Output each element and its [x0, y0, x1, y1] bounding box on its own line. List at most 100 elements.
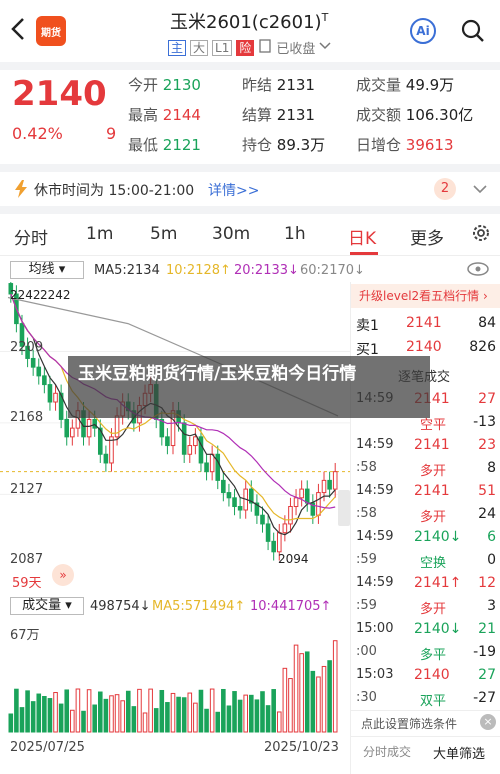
buy-volume: 826: [469, 339, 496, 355]
tick-volume: 0: [487, 552, 496, 568]
tick-volume: 51: [478, 483, 496, 499]
volume-bar: [316, 676, 321, 733]
tick-price: 双平: [420, 694, 447, 709]
tick-price: 2141: [414, 483, 450, 499]
candle: [187, 445, 193, 455]
tick-price: 2140↓: [414, 621, 462, 637]
status-label: 已收盘: [276, 42, 316, 57]
tick-volume: -13: [473, 414, 496, 430]
quote-field-value: 2121: [162, 136, 201, 154]
tick-price: 多开: [420, 510, 447, 525]
tick-price: 2141: [414, 437, 450, 453]
tag-big: 大: [190, 39, 209, 56]
volume-bar: [97, 691, 103, 733]
quote-field: 今开 2130: [128, 74, 201, 95]
quote-field-label: 最低: [128, 136, 163, 154]
quote-field-label: 成交量: [356, 76, 406, 94]
ma-legend: 均线 ▾ MA5:2134 10:2128↑ 20:2133↓ 60:2170↓: [0, 258, 500, 282]
contract-tags: 主 大 L1 险 已收盘: [168, 38, 331, 57]
tab-30m[interactable]: 30m: [212, 224, 250, 244]
tab-big-orders[interactable]: 大单筛选: [433, 743, 485, 762]
market-notice[interactable]: 休市时间为 15:00-21:00 详情>> 2: [0, 172, 500, 206]
favorite-icon[interactable]: [258, 38, 272, 57]
quote-field: 成交额 106.30亿: [356, 104, 473, 125]
filter-button[interactable]: 点此设置筛选条件: [351, 710, 500, 736]
volume-bar: [282, 667, 288, 733]
quote-field-label: 成交额: [356, 106, 406, 124]
candle: [221, 479, 226, 494]
tab-5m[interactable]: 5m: [150, 224, 177, 244]
volume-bar: [114, 694, 120, 733]
volume-bar: [47, 698, 53, 733]
back-button[interactable]: [8, 16, 28, 47]
tick-time: 14:59: [356, 529, 394, 544]
tick-price: 2140: [414, 667, 450, 683]
volume-bar: [276, 711, 282, 733]
volume-bar: [187, 692, 193, 733]
tab-daily-k[interactable]: 日K: [348, 224, 376, 249]
tick-volume: -27: [473, 690, 496, 706]
candle: [237, 506, 243, 511]
kline-chart[interactable]: [0, 282, 350, 590]
candle: [271, 540, 276, 553]
chevron-down-icon[interactable]: [319, 40, 331, 55]
volume-bar: [81, 710, 86, 733]
divider: [0, 206, 500, 214]
volume-bar: [321, 665, 327, 733]
eye-icon[interactable]: [466, 260, 490, 282]
tick-volume: -19: [473, 644, 496, 660]
upgrade-text: 升级level2看五档行情: [359, 289, 480, 303]
volume-bar: [153, 708, 159, 733]
candle: [288, 506, 293, 525]
volume-chart[interactable]: [0, 620, 350, 738]
notice-link[interactable]: 详情>>: [208, 180, 259, 200]
quote-field: 成交量 49.9万: [356, 74, 454, 95]
volume-bar: [221, 688, 226, 733]
volume-bar: [176, 696, 181, 733]
volume-bar: [237, 699, 243, 733]
chevron-left-icon[interactable]: [8, 16, 28, 42]
volume-bar: [193, 702, 198, 733]
trade-tick-row: :59 空换 0: [350, 549, 500, 572]
gear-icon[interactable]: [470, 222, 492, 248]
tab-1m[interactable]: 1m: [86, 224, 113, 244]
sell-volume: 84: [478, 315, 496, 331]
tab-timeshare[interactable]: 分时: [14, 224, 48, 249]
ai-button[interactable]: Ai: [410, 18, 436, 44]
last-price: 2140: [12, 74, 107, 114]
volume-bar: [159, 689, 165, 733]
chevron-down-icon[interactable]: [472, 179, 488, 203]
contract-title[interactable]: 玉米2601(c2601)T: [170, 8, 328, 34]
scroll-handle[interactable]: [338, 490, 350, 526]
volume-selector-label: 成交量: [22, 598, 62, 613]
volume-selector[interactable]: 成交量 ▾: [10, 597, 84, 615]
period-tabs: 分时 1m 5m 30m 1h 日K 更多: [0, 214, 500, 256]
tab-more[interactable]: 更多: [410, 224, 444, 249]
quote-field-value: 49.9万: [405, 76, 455, 94]
candle: [282, 523, 288, 534]
volume-bar: [103, 698, 109, 733]
volume-bar: [53, 692, 58, 733]
lightning-icon: [14, 180, 28, 202]
trade-tick-row: :58 多开 8: [350, 457, 500, 480]
tab-time-trades[interactable]: 分时成交: [363, 743, 411, 760]
tab-1h[interactable]: 1h: [284, 224, 306, 244]
notice-badge[interactable]: 2: [434, 178, 456, 200]
tag-l1: L1: [212, 39, 233, 56]
volume-bar: [170, 692, 176, 733]
y-tick-label: 2087: [10, 552, 44, 567]
volume-bar: [271, 689, 276, 733]
trade-tick-row: :30 双平 -27: [350, 687, 500, 710]
double-chevron-right-icon[interactable]: »: [52, 564, 74, 586]
candle: [42, 375, 47, 386]
search-icon[interactable]: [460, 18, 486, 44]
ma-selector[interactable]: 均线 ▾: [10, 261, 84, 279]
side-tabs: 分时成交 大单筛选: [351, 736, 500, 774]
quote-field: 持仓 89.3万: [242, 134, 325, 155]
ma20-label: 20:2133↓: [234, 263, 299, 278]
notice-text: 休市时间为 15:00-21:00: [34, 183, 195, 199]
divider: [0, 164, 500, 172]
y-tick-label: 2127: [10, 482, 44, 497]
upgrade-banner[interactable]: 升级level2看五档行情 ›: [351, 284, 500, 308]
close-icon[interactable]: ×: [480, 714, 496, 730]
